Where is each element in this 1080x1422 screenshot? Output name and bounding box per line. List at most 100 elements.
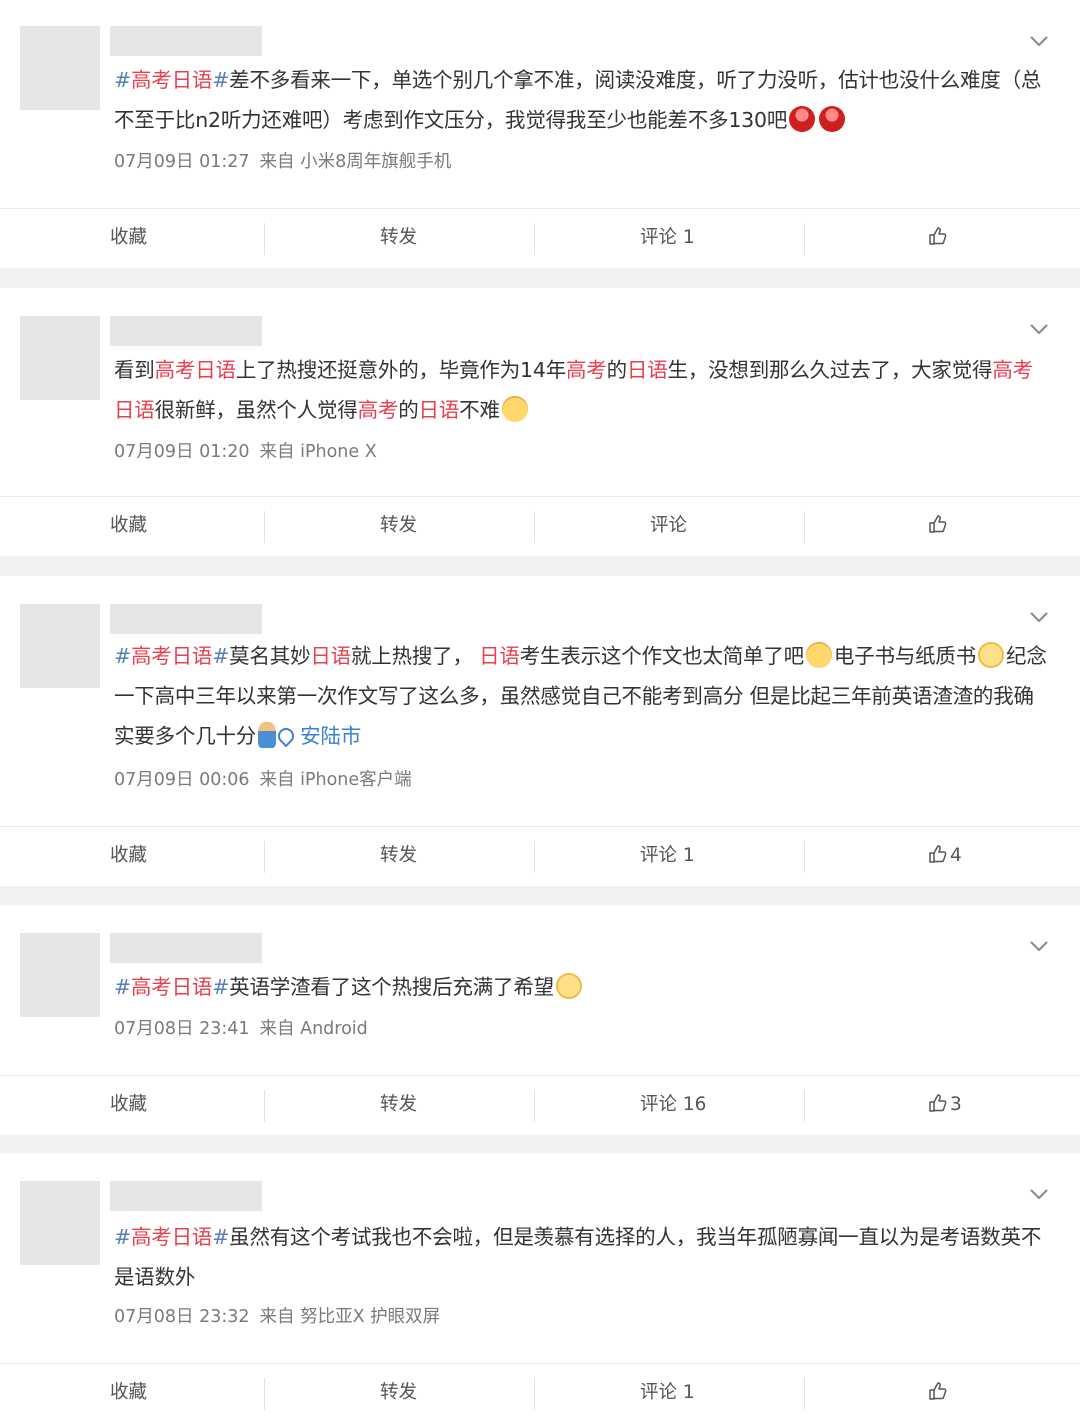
comment-label: 评论 16 [640,1094,707,1115]
post-source[interactable]: 来自 iPhone客户端 [260,770,412,790]
hashtag-text: 高考日语 [130,1225,213,1249]
like-button[interactable] [928,497,950,555]
comment-button[interactable]: 评论 1 [640,827,695,885]
username-placeholder[interactable] [110,604,262,634]
comment-button[interactable]: 评论 1 [640,209,695,267]
location-link[interactable]: 安陆市 [300,724,361,748]
repost-button[interactable]: 转发 [380,497,417,555]
post-text-segment: 英语学渣看了这个热搜后充满了希望 [229,975,554,999]
avatar[interactable] [20,1181,100,1265]
hashtag-text: 高考日语 [130,975,213,999]
like-button[interactable] [928,1364,950,1422]
hashtag-link[interactable]: #高考日语# [114,644,229,668]
chevron-down-icon[interactable] [1028,318,1050,340]
chevron-down-icon[interactable] [1028,606,1050,628]
favorite-button[interactable]: 收藏 [110,497,147,555]
hashtag-symbol: # [114,644,131,668]
post-text: #高考日语#莫名其妙日语就上热搜了， 日语考生表示这个作文也太简单了吧 电子书与纸… [114,636,1049,756]
post-action-bar: 收藏 转发 评论 [0,496,1080,555]
post-source[interactable]: 来自 努比亚X 护眼双屏 [260,1307,441,1327]
hashtag-symbol: # [114,975,131,999]
favorite-button[interactable]: 收藏 [110,1364,147,1422]
action-divider [264,511,265,543]
hashtag-symbol: # [212,975,230,999]
thumbs-up-icon [928,227,948,248]
post-source[interactable]: 来自 小米8周年旗舰手机 [260,152,452,172]
post-action-bar: 收藏 转发 评论 1 [0,208,1080,267]
hashtag-link[interactable]: #高考日语# [114,68,229,92]
like-button[interactable]: 4 [928,827,962,885]
post-text: 看到高考日语上了热搜还挺意外的，毕竟作为14年高考的日语生，没想到那么久过去了，… [114,350,1049,430]
repost-button[interactable]: 转发 [380,209,417,267]
avatar[interactable] [20,933,100,1017]
hashtag-link[interactable]: #高考日语# [114,975,229,999]
repost-button[interactable]: 转发 [380,1076,417,1134]
action-divider [804,511,805,543]
action-divider [534,1090,535,1122]
post-action-bar: 收藏 转发 评论 1 4 [0,826,1080,885]
emoji-icon [819,106,846,132]
post-text-segment: 电子书与纸质书 [833,644,977,668]
emoji-icon [258,722,277,748]
action-divider [534,511,535,543]
repost-label: 转发 [380,1382,418,1403]
username-placeholder[interactable] [110,26,262,56]
highlight-keyword[interactable]: 日语 [627,358,668,382]
post-meta: 07月08日 23:32 来自 努比亚X 护眼双屏 [114,1303,450,1328]
weibo-post-card: #高考日语#虽然有这个考试我也不会啦，但是羡慕有选择的人，我当年孤陋寡闻一直以为… [0,1153,1080,1422]
favorite-label: 收藏 [110,1382,148,1403]
highlight-keyword[interactable]: 日语 [479,644,520,668]
highlight-keyword[interactable]: 高考 [566,358,607,382]
highlight-keyword[interactable]: 日语 [419,398,460,422]
like-button[interactable]: 3 [928,1076,962,1134]
action-divider [534,1378,535,1410]
action-divider [264,223,265,255]
post-action-bar: 收藏 转发 评论 1 [0,1363,1080,1422]
comment-label: 评论 1 [640,1382,695,1403]
avatar[interactable] [20,26,100,110]
username-placeholder[interactable] [110,933,262,963]
comment-button[interactable]: 评论 16 [640,1076,706,1134]
action-divider [804,841,805,873]
avatar[interactable] [20,316,100,400]
chevron-down-icon[interactable] [1028,30,1050,52]
action-divider [264,841,265,873]
post-date: 07月09日 00:06 [114,770,250,790]
repost-label: 转发 [380,227,418,248]
comment-button[interactable]: 评论 1 [640,1364,695,1422]
highlight-keyword[interactable]: 日语 [310,644,351,668]
like-count: 3 [950,1094,962,1115]
hashtag-link[interactable]: #高考日语# [114,1225,229,1249]
hashtag-text: 高考日语 [130,644,213,668]
highlight-keyword[interactable]: 高考日语 [155,358,236,382]
favorite-button[interactable]: 收藏 [110,1076,147,1134]
comment-button[interactable]: 评论 [650,497,687,555]
comment-label: 评论 1 [640,227,695,248]
post-source[interactable]: 来自 Android [260,1019,368,1039]
repost-button[interactable]: 转发 [380,827,417,885]
weibo-post-card: #高考日语#差不多看来一下，单选个别几个拿不准，阅读没难度，听了力没听，估计也没… [0,0,1080,268]
favorite-button[interactable]: 收藏 [110,827,147,885]
chevron-down-icon[interactable] [1028,935,1050,957]
username-placeholder[interactable] [110,1181,262,1211]
emoji-icon [978,642,1005,668]
thumbs-up-icon [928,1094,948,1115]
hashtag-symbol: # [114,68,131,92]
post-text-segment: 上了热搜还挺意外的，毕竟作为14年 [235,358,566,382]
highlight-keyword[interactable]: 高考 [358,398,399,422]
chevron-down-icon[interactable] [1028,1183,1050,1205]
repost-button[interactable]: 转发 [380,1364,417,1422]
favorite-label: 收藏 [110,1094,148,1115]
post-text: #高考日语#虽然有这个考试我也不会啦，但是羡慕有选择的人，我当年孤陋寡闻一直以为… [114,1217,1049,1297]
like-button[interactable] [928,209,950,267]
username-placeholder[interactable] [110,316,262,346]
comment-label: 评论 [650,515,688,536]
post-date: 07月09日 01:20 [114,442,250,462]
thumbs-up-icon [928,845,948,866]
post-source[interactable]: 来自 iPhone X [260,442,377,462]
avatar[interactable] [20,604,100,688]
emoji-icon [501,396,528,422]
favorite-button[interactable]: 收藏 [110,209,147,267]
post-meta: 07月08日 23:41 来自 Android [114,1015,378,1040]
post-date: 07月08日 23:41 [114,1019,250,1039]
